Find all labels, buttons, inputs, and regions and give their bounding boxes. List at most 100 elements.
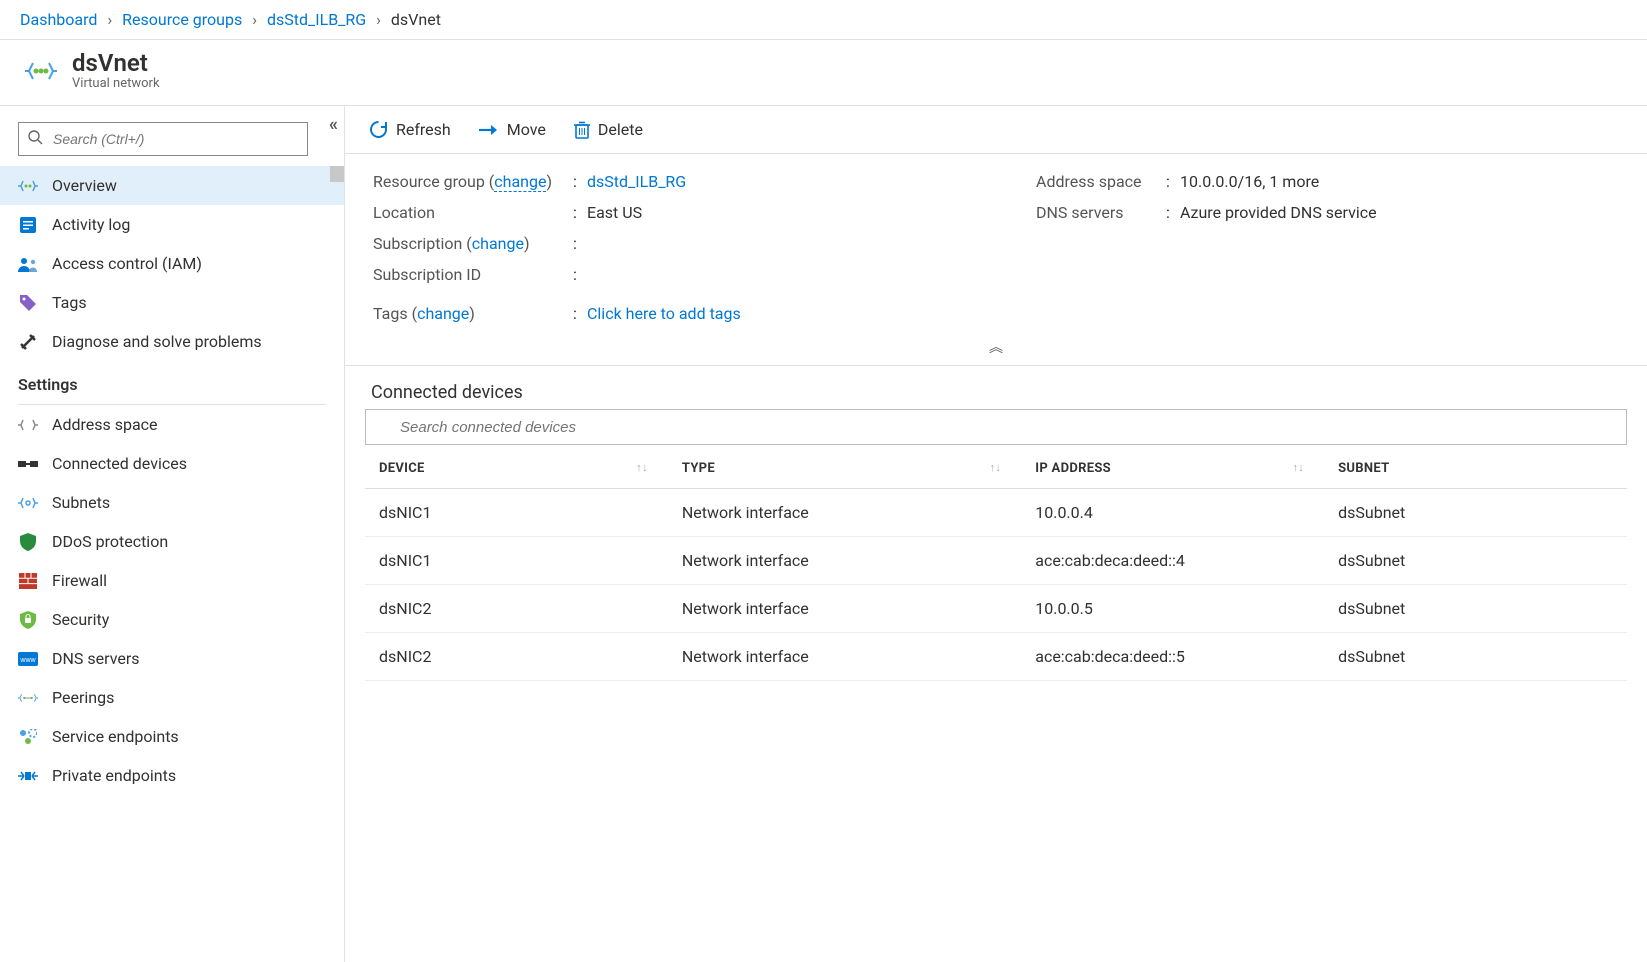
devices-table: DEVICE ↑↓ TYPE ↑↓ IP ADDRESS ↑↓ SUBNET	[365, 449, 1627, 681]
sidebar-item-label: Access control (IAM)	[52, 254, 202, 273]
chevron-up-double-icon: ︽	[989, 340, 1003, 356]
sidebar-item-label: Connected devices	[52, 454, 187, 473]
sidebar-section-settings: Settings	[0, 361, 344, 400]
resource-group-label: Resource group	[373, 172, 485, 191]
refresh-button[interactable]: Refresh	[369, 120, 451, 139]
sidebar-item-firewall[interactable]: Firewall	[0, 561, 344, 600]
table-row[interactable]: dsNIC1Network interface10.0.0.4dsSubnet	[365, 489, 1627, 537]
shield-icon	[18, 533, 38, 551]
subnets-icon	[18, 497, 38, 509]
peerings-icon	[18, 692, 38, 704]
sidebar-item-overview[interactable]: Overview	[0, 166, 344, 205]
security-icon	[18, 611, 38, 629]
resource-group-link[interactable]: dsStd_ILB_RG	[587, 172, 686, 191]
change-subscription-link[interactable]: change	[472, 234, 524, 253]
cell-type: Network interface	[668, 489, 1021, 537]
change-tags-link[interactable]: change	[417, 304, 469, 323]
svg-text:www: www	[19, 657, 36, 664]
cell-subnet: dsSubnet	[1324, 633, 1627, 681]
diagnose-icon	[18, 333, 38, 351]
search-icon	[28, 130, 43, 145]
cell-subnet: dsSubnet	[1324, 489, 1627, 537]
move-label: Move	[507, 120, 546, 139]
activity-log-icon	[18, 216, 38, 234]
scrollbar[interactable]	[330, 166, 344, 182]
breadcrumb-resource-groups[interactable]: Resource groups	[122, 10, 242, 29]
sidebar-item-tags[interactable]: Tags	[0, 283, 344, 322]
location-label: Location	[373, 203, 573, 222]
service-endpoints-icon	[18, 729, 38, 745]
sidebar-item-connected-devices[interactable]: Connected devices	[0, 444, 344, 483]
table-row[interactable]: dsNIC2Network interface10.0.0.5dsSubnet	[365, 585, 1627, 633]
sidebar-item-address-space[interactable]: Address space	[0, 405, 344, 444]
sidebar-item-security[interactable]: Security	[0, 600, 344, 639]
tags-label: Tags	[373, 304, 408, 323]
breadcrumb-rg[interactable]: dsStd_ILB_RG	[267, 10, 366, 29]
devices-search-input[interactable]	[365, 409, 1627, 445]
chevron-right-icon: ›	[252, 10, 257, 29]
column-ip[interactable]: IP ADDRESS ↑↓	[1021, 449, 1324, 489]
sidebar-item-private-endpoints[interactable]: Private endpoints	[0, 756, 344, 795]
subscription-id-value	[587, 265, 956, 284]
sidebar-item-label: Activity log	[52, 215, 130, 234]
sort-icon: ↑↓	[1293, 461, 1305, 474]
page-header: dsVnet Virtual network	[0, 40, 1647, 106]
sidebar-item-subnets[interactable]: Subnets	[0, 483, 344, 522]
sidebar-item-peerings[interactable]: Peerings	[0, 678, 344, 717]
page-subtitle: Virtual network	[72, 76, 160, 91]
collapse-essentials-button[interactable]: ︽	[373, 335, 1619, 359]
cell-device: dsNIC1	[365, 489, 668, 537]
sidebar-item-label: Firewall	[52, 571, 107, 590]
cell-type: Network interface	[668, 633, 1021, 681]
sidebar-item-label: DNS servers	[52, 649, 140, 668]
delete-button[interactable]: Delete	[574, 120, 643, 139]
cell-device: dsNIC2	[365, 585, 668, 633]
breadcrumb-current: dsVnet	[391, 10, 441, 29]
sidebar-item-label: Peerings	[52, 688, 114, 707]
column-type[interactable]: TYPE ↑↓	[668, 449, 1021, 489]
cell-subnet: dsSubnet	[1324, 585, 1627, 633]
chevron-right-icon: ›	[376, 10, 381, 29]
dns-value: Azure provided DNS service	[1180, 203, 1619, 222]
table-row[interactable]: dsNIC2Network interfaceace:cab:deca:deed…	[365, 633, 1627, 681]
location-value: East US	[587, 203, 956, 222]
move-button[interactable]: Move	[479, 120, 546, 139]
change-resource-group-link[interactable]: change	[494, 172, 546, 192]
sidebar-item-dns[interactable]: www DNS servers	[0, 639, 344, 678]
sidebar-item-ddos[interactable]: DDoS protection	[0, 522, 344, 561]
page-title: dsVnet	[72, 50, 160, 76]
connected-devices-icon	[18, 457, 38, 471]
essentials-panel: Resource group (change) : dsStd_ILB_RG L…	[345, 154, 1647, 366]
cell-device: dsNIC2	[365, 633, 668, 681]
dns-label: DNS servers	[1036, 203, 1166, 222]
vnet-icon	[24, 54, 58, 88]
sidebar-item-label: Private endpoints	[52, 766, 176, 785]
cell-device: dsNIC1	[365, 537, 668, 585]
cell-type: Network interface	[668, 585, 1021, 633]
iam-icon	[18, 256, 38, 272]
breadcrumb-dashboard[interactable]: Dashboard	[20, 10, 97, 29]
delete-icon	[574, 121, 590, 139]
sidebar-item-diagnose[interactable]: Diagnose and solve problems	[0, 322, 344, 361]
cell-ip: ace:cab:deca:deed::4	[1021, 537, 1324, 585]
column-device[interactable]: DEVICE ↑↓	[365, 449, 668, 489]
sidebar-search-input[interactable]	[18, 122, 308, 156]
breadcrumb: Dashboard › Resource groups › dsStd_ILB_…	[0, 0, 1647, 40]
sidebar-item-activity-log[interactable]: Activity log	[0, 205, 344, 244]
refresh-icon	[369, 120, 388, 139]
sidebar-item-service-endpoints[interactable]: Service endpoints	[0, 717, 344, 756]
table-row[interactable]: dsNIC1Network interfaceace:cab:deca:deed…	[365, 537, 1627, 585]
add-tags-link[interactable]: Click here to add tags	[587, 304, 741, 323]
move-icon	[479, 123, 499, 137]
dns-icon: www	[18, 652, 38, 666]
column-subnet[interactable]: SUBNET	[1324, 449, 1627, 489]
private-endpoints-icon	[18, 769, 38, 783]
sidebar-item-label: Tags	[52, 293, 87, 312]
sidebar-item-iam[interactable]: Access control (IAM)	[0, 244, 344, 283]
sidebar-item-label: Security	[52, 610, 109, 629]
sidebar-item-label: Service endpoints	[52, 727, 179, 746]
delete-label: Delete	[598, 120, 643, 139]
address-space-label: Address space	[1036, 172, 1166, 191]
cell-type: Network interface	[668, 537, 1021, 585]
vnet-small-icon	[18, 179, 38, 193]
